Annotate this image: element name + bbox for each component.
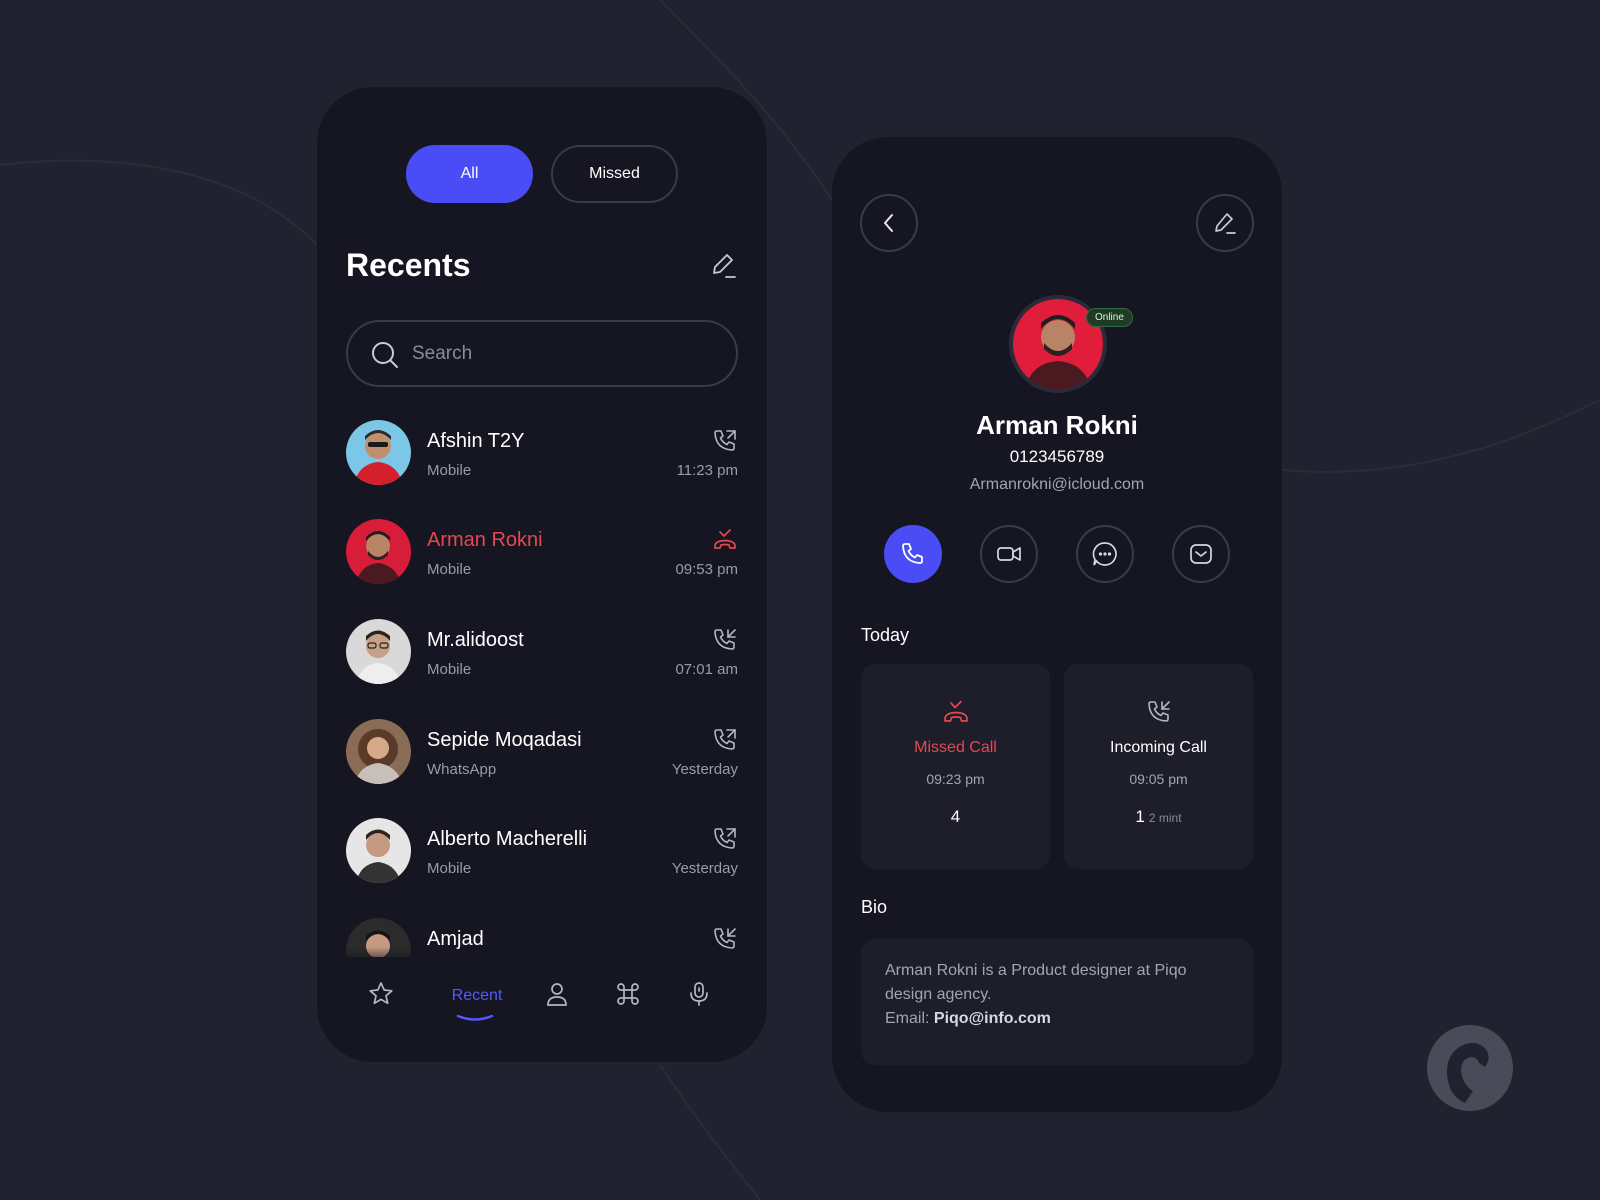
message-button[interactable] <box>1076 525 1134 583</box>
active-indicator <box>456 1014 494 1021</box>
command-icon <box>617 983 639 1005</box>
call-time: Yesterday <box>671 860 738 877</box>
nav-recent[interactable]: Recent <box>442 981 512 1011</box>
nav-contacts[interactable] <box>537 979 577 1009</box>
edit-icon <box>1215 213 1236 234</box>
video-icon <box>997 547 1021 561</box>
bio-box: Arman Rokni is a Product designer at Piq… <box>861 939 1253 1065</box>
search-icon <box>372 342 398 368</box>
contact-type: Mobile <box>427 462 472 479</box>
missed-call-icon <box>714 529 736 549</box>
card-time: 09:23 pm <box>926 771 985 787</box>
incoming-call-card[interactable]: Incoming Call 09:05 pm 12 mint <box>1064 664 1253 869</box>
card-count: 12 mint <box>1064 807 1253 827</box>
missed-call-card[interactable]: Missed Call 09:23 pm 4 <box>861 664 1050 869</box>
message-icon <box>1092 542 1117 566</box>
contact-row[interactable]: Arman Rokni Mobile 09:53 pm <box>346 519 738 585</box>
contact-phone: 0123456789 <box>1009 447 1105 466</box>
card-time: 09:05 pm <box>1129 771 1188 787</box>
contact-type: Mobile <box>427 561 472 578</box>
microphone-icon <box>690 982 708 1006</box>
back-button[interactable] <box>860 194 918 252</box>
incoming-call-icon <box>714 629 736 650</box>
contact-row[interactable]: Mr.alidoost Mobile 07:01 am <box>346 619 738 685</box>
contact-name: Sepide Moqadasi <box>427 729 582 751</box>
chevron-left-icon <box>884 214 893 232</box>
contact-row[interactable]: Sepide Moqadasi WhatsApp Yesterday <box>346 719 738 785</box>
outgoing-call-icon <box>714 729 736 750</box>
missed-call-icon <box>944 700 968 722</box>
contact-row[interactable]: Alberto Macherelli Mobile Yesterday <box>346 818 738 884</box>
bio-label: Bio <box>861 897 888 917</box>
peacock-logo <box>1427 1025 1513 1111</box>
call-time: 07:01 am <box>675 661 738 678</box>
email-button[interactable] <box>1172 525 1230 583</box>
status-badge: Online <box>1086 308 1133 327</box>
today-label: Today <box>861 625 910 645</box>
nav-voicemail[interactable] <box>679 979 719 1009</box>
contact-detail-screen: Online Arman Rokni 0123456789 Armanrokni… <box>832 137 1282 1112</box>
contact-row[interactable]: Afshin T2Y Mobile 11:23 pm <box>346 420 738 486</box>
avatar <box>346 519 411 584</box>
background-curves <box>0 0 1600 1200</box>
avatar <box>346 619 411 684</box>
tab-all[interactable]: All <box>406 145 533 203</box>
contact-type: Mobile <box>427 661 472 678</box>
contact-name: Mr.alidoost <box>427 629 524 651</box>
card-count: 4 <box>950 807 961 826</box>
outgoing-call-icon <box>714 430 736 451</box>
star-icon <box>369 982 393 1005</box>
contact-email: Armanrokni@icloud.com <box>969 476 1145 493</box>
bio-email-link[interactable]: Piqo@info.com <box>934 1010 1051 1027</box>
contact-name: Alberto Macherelli <box>427 828 588 850</box>
mail-icon <box>1190 544 1212 564</box>
call-time: 09:53 pm <box>675 561 738 578</box>
call-count: 1 <box>1135 807 1145 826</box>
call-time: Yesterday <box>671 761 738 778</box>
avatar <box>346 420 411 485</box>
contact-type: Mobile <box>427 860 472 877</box>
recents-screen: All Missed Recents Afshin T2Y Mobile 11:… <box>317 87 767 1062</box>
outgoing-call-icon <box>714 828 736 849</box>
incoming-call-icon <box>1148 701 1170 722</box>
bio-text: Arman Rokni is a Product designer at Piq… <box>885 962 1187 1003</box>
card-title: Missed Call <box>914 739 997 756</box>
user-icon <box>547 983 567 1006</box>
contact-name: Arman Rokni <box>976 410 1138 440</box>
video-call-button[interactable] <box>980 525 1038 583</box>
contact-name: Afshin T2Y <box>427 430 525 452</box>
contact-name: Arman Rokni <box>427 529 543 551</box>
search-input[interactable] <box>412 322 712 385</box>
edit-icon[interactable] <box>709 250 739 280</box>
edit-button[interactable] <box>1196 194 1254 252</box>
avatar <box>346 719 411 784</box>
call-time: 11:23 pm <box>676 462 738 479</box>
nav-keypad[interactable] <box>608 979 648 1009</box>
bio-email-label: Email: <box>885 1010 930 1027</box>
call-button[interactable] <box>884 525 942 583</box>
card-title: Incoming Call <box>1110 739 1207 756</box>
avatar <box>346 818 411 883</box>
search-bar[interactable] <box>346 320 738 387</box>
contact-type: WhatsApp <box>427 761 497 778</box>
bottom-nav: Recent <box>317 957 767 1062</box>
call-duration: 2 mint <box>1148 811 1182 825</box>
nav-favorites[interactable] <box>361 979 401 1009</box>
tab-missed[interactable]: Missed <box>551 145 678 203</box>
page-title: Recents <box>346 247 471 283</box>
phone-icon <box>902 543 923 564</box>
